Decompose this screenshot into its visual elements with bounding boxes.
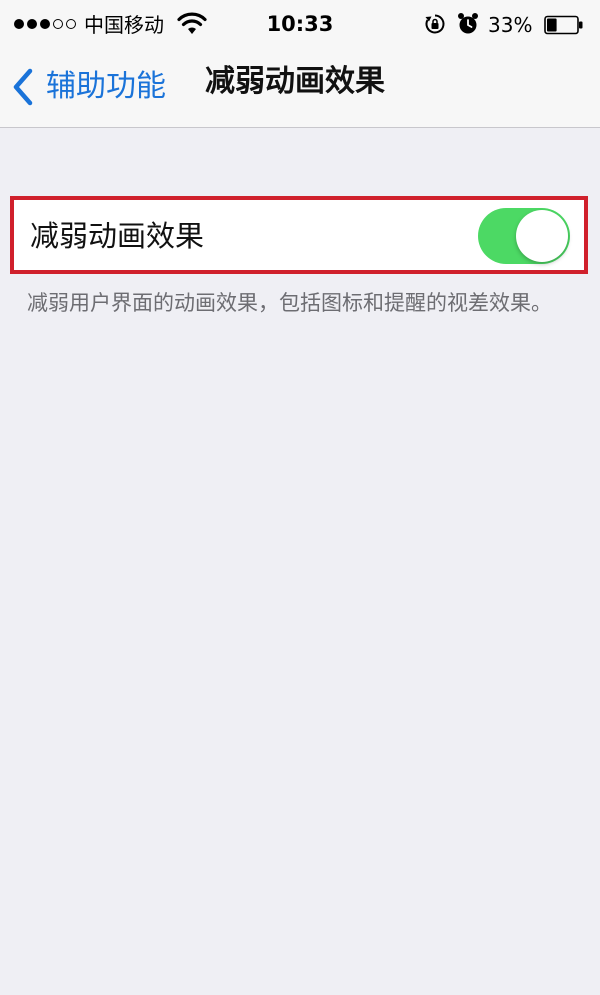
- status-bar: 中国移动 10:33 33%: [0, 0, 600, 50]
- back-button[interactable]: 辅助功能: [12, 60, 166, 114]
- highlight-box: 减弱动画效果: [10, 196, 588, 274]
- chevron-left-icon: [13, 68, 33, 106]
- alarm-icon: [458, 13, 478, 34]
- rotation-lock-icon: [425, 14, 445, 34]
- page-title: 减弱动画效果: [205, 64, 385, 99]
- battery-icon: [544, 15, 583, 35]
- navigation-bar: 辅助功能 减弱动画效果: [0, 50, 600, 128]
- reduce-motion-toggle[interactable]: [478, 208, 570, 264]
- toggle-knob: [516, 210, 568, 262]
- setting-description: 减弱用户界面的动画效果，包括图标和提醒的视差效果。: [27, 291, 552, 315]
- reduce-motion-label: 减弱动画效果: [30, 219, 205, 253]
- back-button-label: 辅助功能: [46, 69, 166, 104]
- reduce-motion-cell: 减弱动画效果: [14, 200, 584, 270]
- battery-percent: 33%: [488, 13, 533, 37]
